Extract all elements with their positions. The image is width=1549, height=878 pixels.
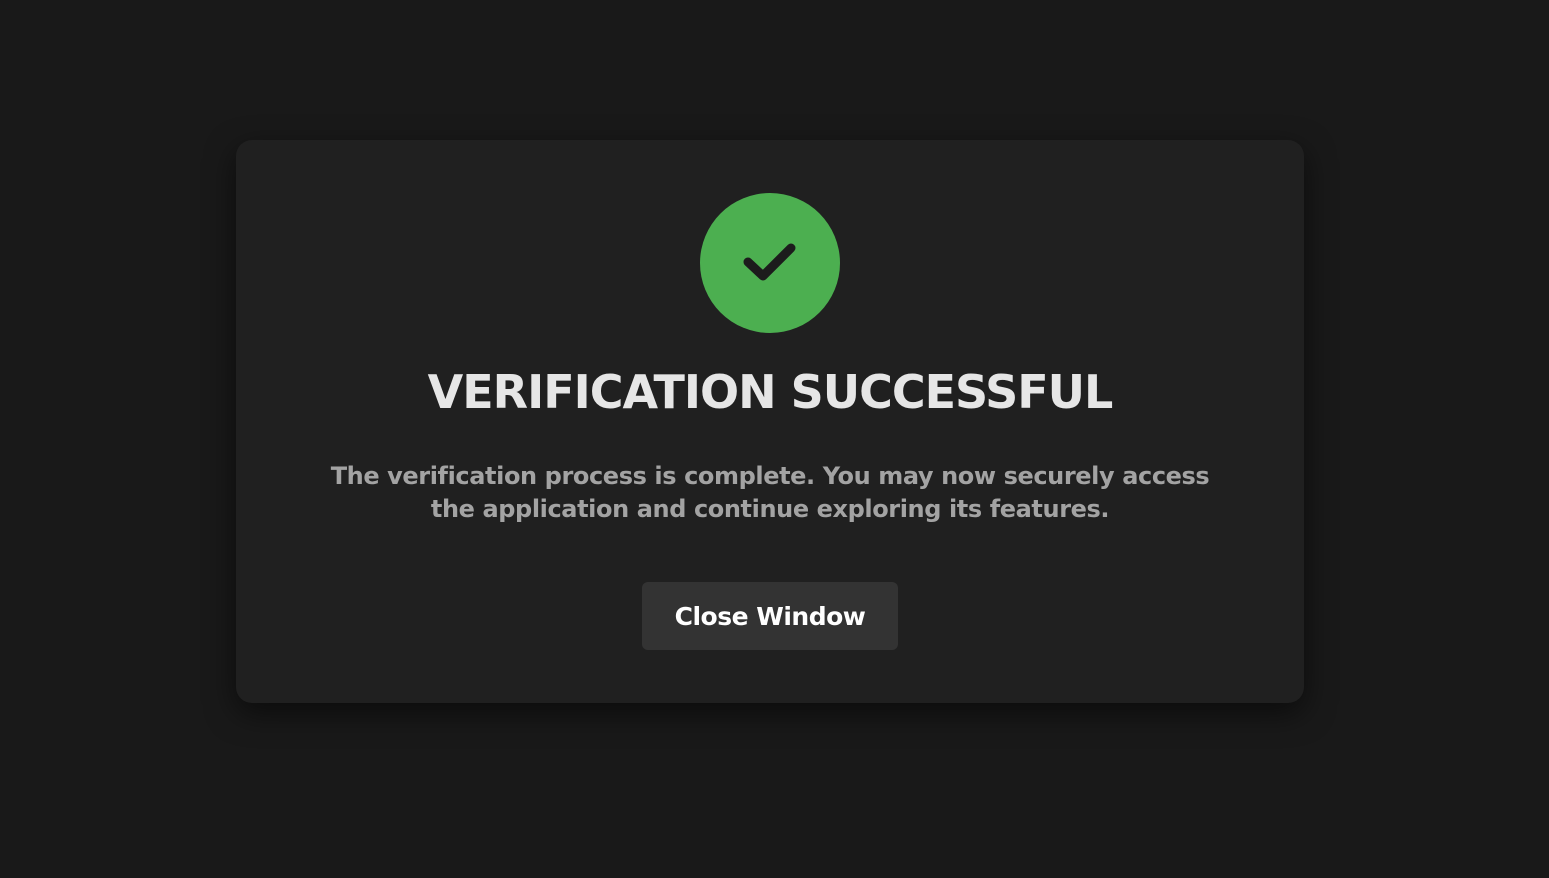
- dialog-title: VERIFICATION SUCCESSFUL: [427, 365, 1114, 419]
- close-window-button[interactable]: Close Window: [642, 582, 898, 650]
- checkmark-icon: [743, 243, 796, 281]
- success-badge: [700, 193, 840, 333]
- dialog-message: The verification process is complete. Yo…: [330, 462, 1210, 523]
- verification-dialog: VERIFICATION SUCCESSFUL The verification…: [236, 140, 1304, 703]
